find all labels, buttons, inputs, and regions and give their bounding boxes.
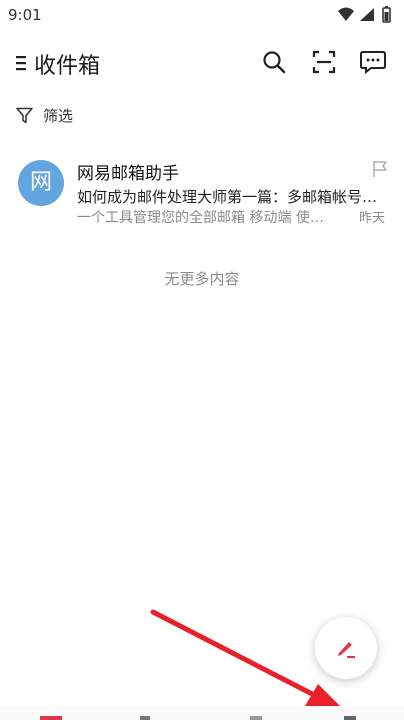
flag-icon[interactable]: [371, 160, 389, 178]
mail-preview: 一个工具管理您的全部邮箱 移动端 使…: [77, 210, 324, 226]
filter-icon: [16, 107, 33, 124]
signal-icon: [360, 8, 374, 21]
mail-sender: 网易邮箱助手: [77, 164, 179, 184]
mail-list-item[interactable]: 网 网易邮箱助手 如何成为邮件处理大师第一篇：多邮箱帐号… 一个工具管理您的全部…: [0, 150, 404, 230]
nav-tab-fragment[interactable]: [344, 716, 356, 720]
app-bar: 收件箱: [0, 38, 404, 88]
nav-tab-indicator[interactable]: [40, 716, 62, 720]
battery-icon: [382, 6, 391, 23]
menu-icon[interactable]: [16, 55, 26, 71]
nav-tab-fragment[interactable]: [140, 716, 150, 720]
search-icon[interactable]: [261, 49, 287, 75]
chat-icon[interactable]: [359, 49, 387, 75]
status-time: 9:01: [8, 6, 42, 24]
page-title[interactable]: 收件箱: [34, 48, 100, 80]
list-end-text: 无更多内容: [164, 270, 240, 288]
filter-label: 筛选: [43, 107, 74, 125]
pencil-icon: [338, 642, 355, 658]
avatar: 网: [18, 160, 64, 206]
status-icons: [336, 5, 396, 25]
status-bar: 9:01: [0, 0, 404, 34]
nav-tab-fragment[interactable]: [250, 716, 262, 720]
compose-button[interactable]: [315, 617, 377, 679]
mail-date: 昨天: [359, 211, 386, 226]
wifi-icon: [338, 7, 354, 21]
scan-icon[interactable]: [311, 49, 337, 75]
mail-subject: 如何成为邮件处理大师第一篇：多邮箱帐号…: [77, 188, 378, 206]
